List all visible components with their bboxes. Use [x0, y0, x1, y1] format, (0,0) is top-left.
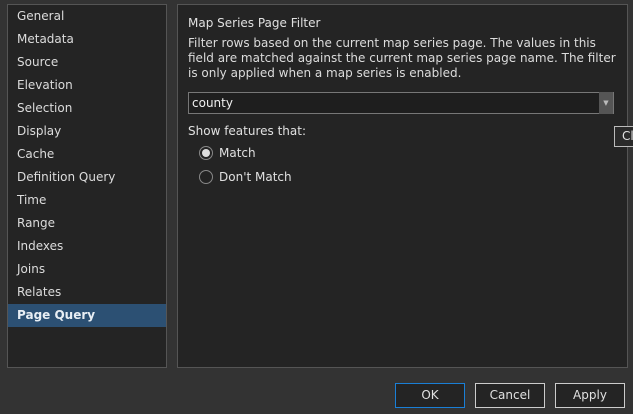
- sidebar-item-cache[interactable]: Cache: [8, 143, 166, 166]
- description-text: Filter rows based on the current map ser…: [188, 36, 616, 80]
- match-label: Match: [219, 146, 256, 160]
- sidebar-item-general[interactable]: General: [8, 5, 166, 28]
- sidebar-item-time[interactable]: Time: [8, 189, 166, 212]
- section-title: Map Series Page Filter: [188, 16, 321, 30]
- sidebar-item-range[interactable]: Range: [8, 212, 166, 235]
- ok-button[interactable]: OK: [395, 383, 465, 408]
- sidebar-item-page-query[interactable]: Page Query: [8, 304, 166, 327]
- field-dropdown[interactable]: county: [188, 92, 614, 114]
- dont-match-label: Don't Match: [219, 170, 292, 184]
- cancel-button[interactable]: Cancel: [475, 383, 545, 408]
- property-pages-list: General Metadata Source Elevation Select…: [7, 4, 167, 368]
- sidebar-item-indexes[interactable]: Indexes: [8, 235, 166, 258]
- sidebar-item-relates[interactable]: Relates: [8, 281, 166, 304]
- sidebar-item-elevation[interactable]: Elevation: [8, 74, 166, 97]
- sidebar-item-metadata[interactable]: Metadata: [8, 28, 166, 51]
- chevron-down-icon[interactable]: ▼: [599, 92, 613, 114]
- match-radio[interactable]: Match: [199, 146, 256, 160]
- show-features-label: Show features that:: [188, 124, 306, 138]
- dont-match-radio[interactable]: Don't Match: [199, 170, 292, 184]
- apply-button[interactable]: Apply: [555, 383, 625, 408]
- page-query-panel: Map Series Page Filter Filter rows based…: [177, 4, 628, 368]
- radio-checked-icon: [199, 146, 213, 160]
- radio-unchecked-icon: [199, 170, 213, 184]
- sidebar-item-source[interactable]: Source: [8, 51, 166, 74]
- tooltip: Cl: [614, 126, 633, 147]
- sidebar-item-joins[interactable]: Joins: [8, 258, 166, 281]
- sidebar-item-definition-query[interactable]: Definition Query: [8, 166, 166, 189]
- sidebar-item-display[interactable]: Display: [8, 120, 166, 143]
- sidebar-item-selection[interactable]: Selection: [8, 97, 166, 120]
